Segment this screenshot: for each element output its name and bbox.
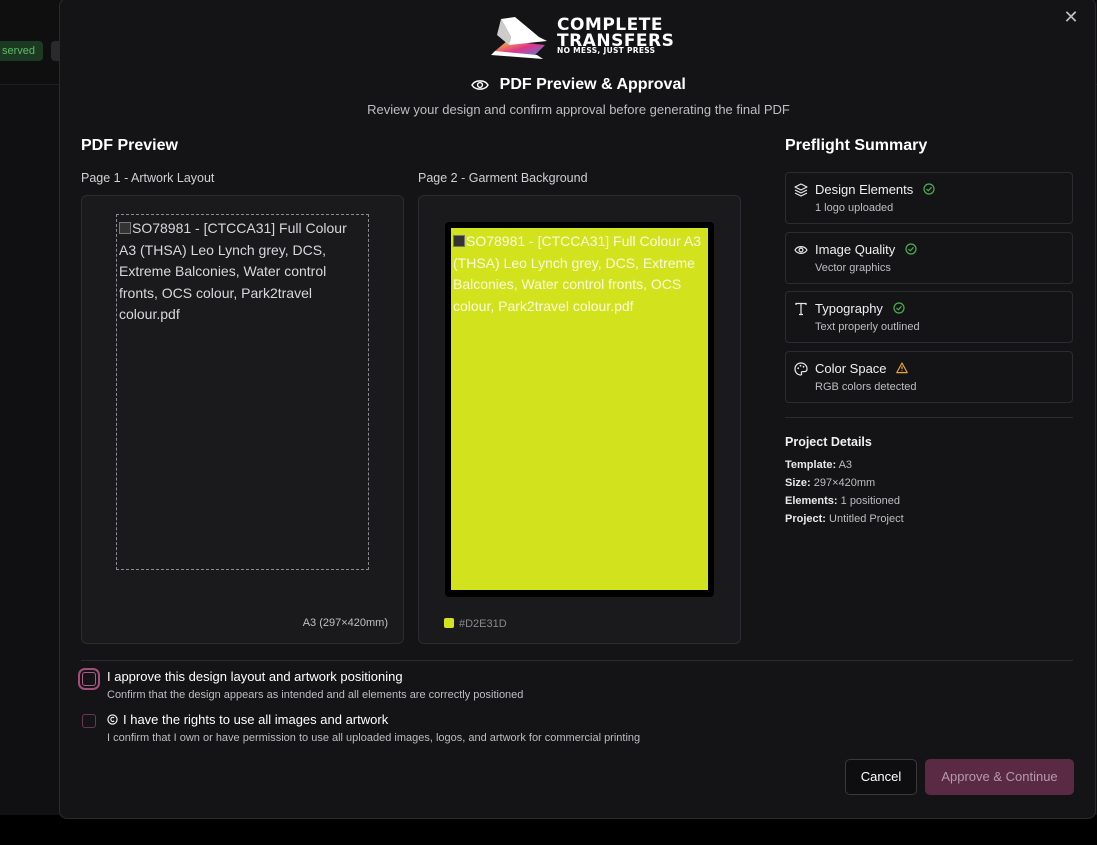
- type-icon: [795, 302, 807, 316]
- preflight-item-desc: 1 logo uploaded: [815, 202, 894, 214]
- eye-icon: [471, 80, 490, 90]
- copyright-icon: [107, 714, 118, 725]
- page2-preview-card: SO78981 - [CTCCA31] Full Colour A3 (THSA…: [418, 195, 741, 644]
- garment-frame: SO78981 - [CTCCA31] Full Colour A3 (THSA…: [445, 222, 714, 597]
- page1-preview-card: SO78981 - [CTCCA31] Full Colour A3 (THSA…: [81, 195, 404, 644]
- close-button[interactable]: ✕: [1061, 7, 1081, 27]
- garment-artwork-image: SO78981 - [CTCCA31] Full Colour A3 (THSA…: [453, 233, 701, 314]
- approvals-divider: [81, 660, 1073, 661]
- preflight-item-desc: Vector graphics: [815, 262, 891, 274]
- project-details-heading: Project Details: [785, 435, 872, 449]
- page-size-label: A3 (297×420mm): [302, 617, 388, 629]
- preflight-item-typography: Typography Text properly outlined: [785, 291, 1073, 343]
- preflight-item-title: Design Elements: [815, 182, 914, 197]
- preflight-divider: [785, 417, 1073, 418]
- brand-logo: COMPLETE TRANSFERS NO MESS, JUST PRESS: [487, 15, 674, 59]
- preflight-item-title: Image Quality: [815, 242, 896, 257]
- garment-background: SO78981 - [CTCCA31] Full Colour A3 (THSA…: [451, 228, 708, 590]
- logo-mark-icon: [491, 17, 547, 59]
- eye-icon: [794, 246, 808, 254]
- logo-tagline: NO MESS, JUST PRESS: [557, 46, 656, 55]
- rights-desc: I confirm that I own or have permission …: [107, 732, 641, 744]
- project-template-row: Template: A3: [785, 459, 853, 471]
- project-elements-row: Elements: 1 positioned: [785, 495, 900, 507]
- approve-continue-button[interactable]: Approve & Continue: [925, 759, 1074, 795]
- garment-color-row: #D2E31D: [444, 618, 507, 630]
- garment-color-label: #D2E31D: [459, 618, 507, 630]
- preflight-item-desc: RGB colors detected: [815, 381, 917, 393]
- preflight-item-title: Color Space: [815, 361, 887, 376]
- modal-title: PDF Preview & Approval: [499, 76, 686, 93]
- approve-design-title: I approve this design layout and artwork…: [107, 669, 403, 684]
- preflight-heading: Preflight Summary: [785, 137, 928, 154]
- check-circle-icon: [892, 302, 905, 314]
- preflight-item-title: Typography: [815, 301, 883, 316]
- project-name-row: Project: Untitled Project: [785, 513, 904, 525]
- color-swatch: [444, 618, 454, 628]
- preflight-item-color-space: Color Space RGB colors detected: [785, 351, 1073, 403]
- artwork-artboard: SO78981 - [CTCCA31] Full Colour A3 (THSA…: [116, 214, 369, 570]
- broken-image-icon: [119, 222, 131, 234]
- check-circle-icon: [905, 243, 917, 255]
- pdf-approval-modal: ✕ COMPLETE TRANSFERS NO MESS, JUST PRESS: [59, 0, 1096, 819]
- artwork-image: SO78981 - [CTCCA31] Full Colour A3 (THSA…: [119, 220, 347, 322]
- approve-design-desc: Confirm that the design appears as inten…: [107, 689, 524, 701]
- preflight-item-image-quality: Image Quality Vector graphics: [785, 232, 1073, 284]
- preflight-item-desc: Text properly outlined: [815, 321, 920, 333]
- page2-label: Page 2 - Garment Background: [418, 171, 588, 185]
- close-icon[interactable]: ✕: [1063, 7, 1078, 27]
- project-size-row: Size: 297×420mm: [785, 477, 876, 489]
- pdf-preview-heading: PDF Preview: [81, 137, 178, 154]
- background-status-badge: served: [0, 41, 44, 61]
- background-footer: [0, 815, 1097, 845]
- palette-icon: [794, 362, 808, 376]
- warning-triangle-icon: [896, 362, 908, 374]
- check-circle-icon: [923, 183, 935, 195]
- rights-title: I have the rights to use all images and …: [123, 712, 389, 727]
- modal-subtitle: Review your design and confirm approval …: [367, 102, 790, 117]
- cancel-button[interactable]: Cancel: [845, 759, 917, 795]
- layers-icon: [794, 183, 808, 197]
- approve-design-checkbox[interactable]: [82, 672, 96, 686]
- preflight-item-design-elements: Design Elements 1 logo uploaded: [785, 172, 1073, 224]
- page1-label: Page 1 - Artwork Layout: [81, 171, 215, 185]
- broken-image-icon: [453, 235, 465, 247]
- rights-checkbox[interactable]: [82, 714, 96, 728]
- modal-title-row: PDF Preview & Approval: [60, 76, 1097, 94]
- logo-title: COMPLETE TRANSFERS: [557, 15, 675, 51]
